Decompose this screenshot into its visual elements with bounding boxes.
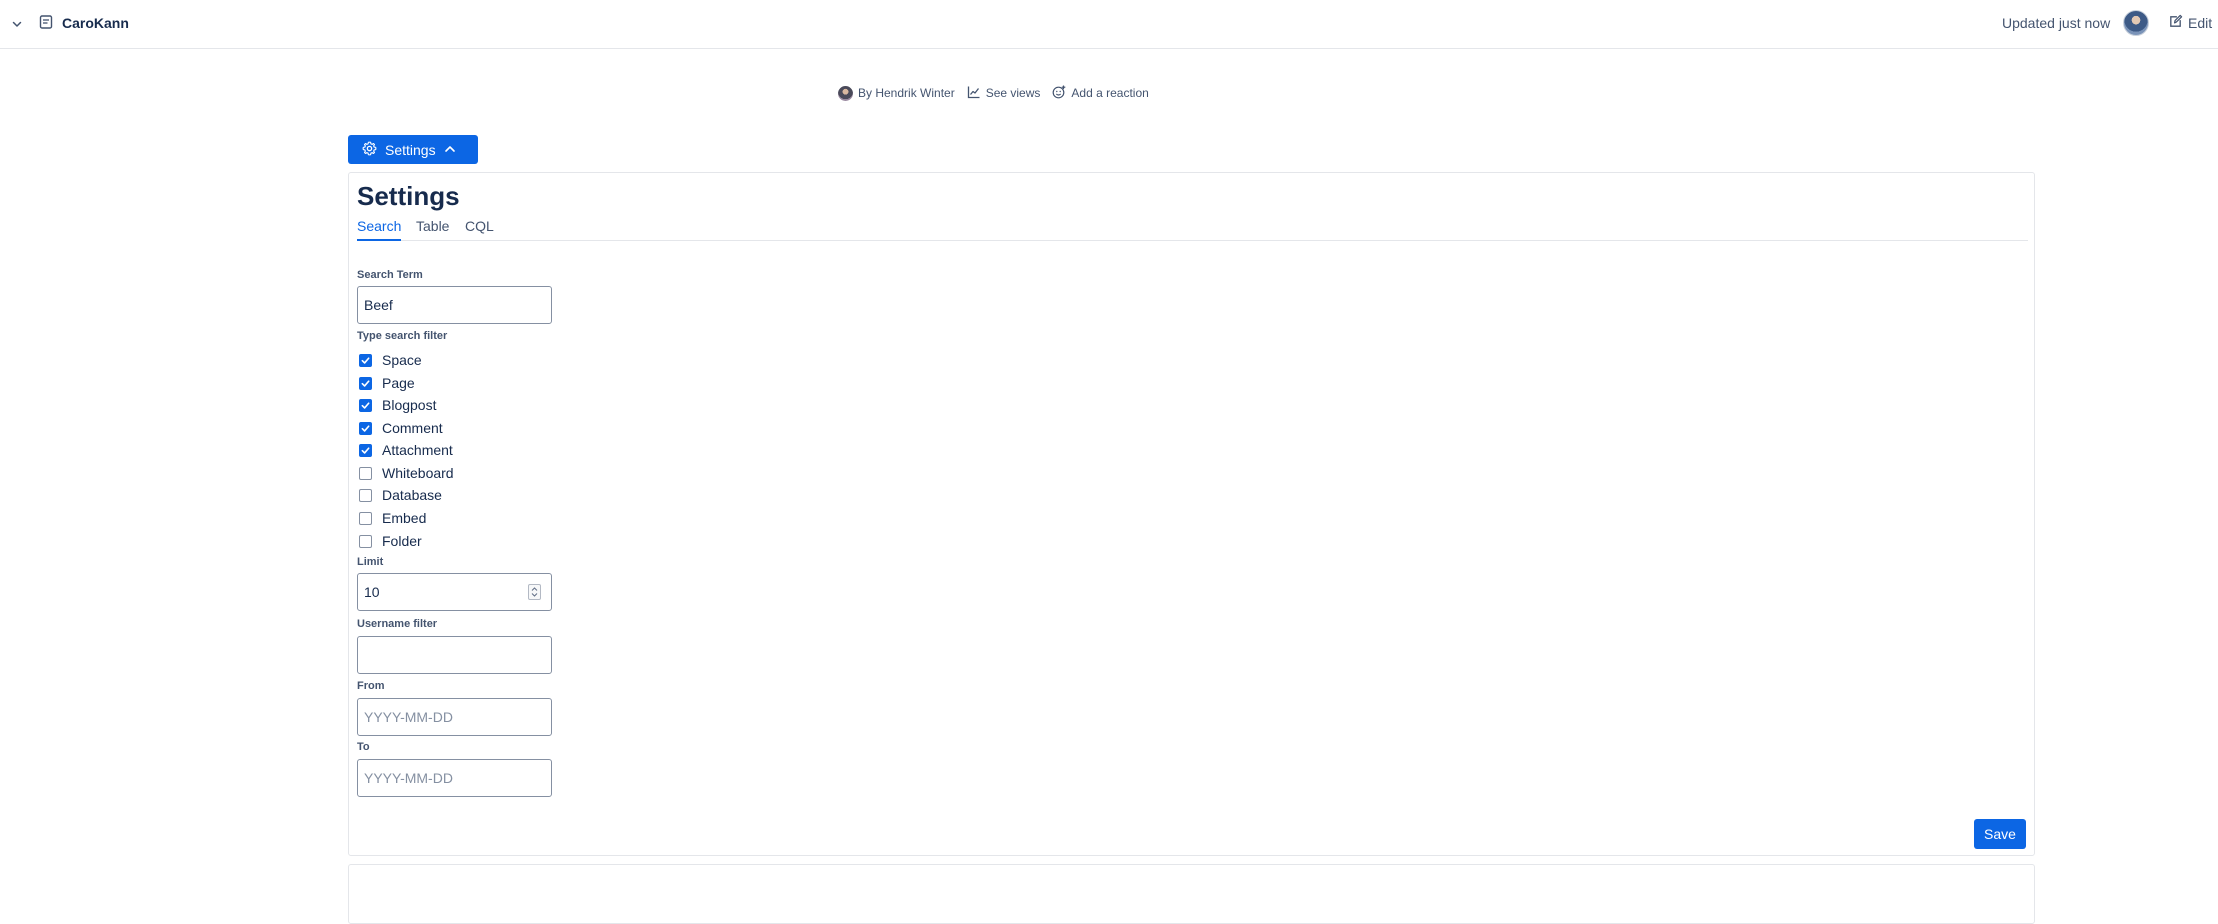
- limit-field-wrapper: [357, 573, 552, 611]
- updated-status: Updated just now: [2002, 15, 2111, 31]
- filter-option-label: Folder: [382, 533, 422, 549]
- settings-tabs: Search Table CQL: [357, 217, 2028, 241]
- checkbox[interactable]: [359, 466, 372, 480]
- filter-option-folder[interactable]: Folder: [359, 532, 422, 550]
- from-label: From: [357, 680, 385, 692]
- top-bar: CaroKann Updated just now Edit: [0, 0, 2218, 49]
- checkbox[interactable]: [359, 398, 372, 412]
- content-panel: [348, 864, 2035, 924]
- filter-option-space[interactable]: Space: [359, 351, 422, 369]
- chevron-down-icon[interactable]: [8, 15, 26, 33]
- byline: By Hendrik Winter See views Add a reacti…: [838, 84, 1161, 102]
- limit-label: Limit: [357, 556, 384, 568]
- save-button[interactable]: Save: [1974, 819, 2026, 849]
- checkbox[interactable]: [359, 443, 372, 457]
- tab-cql[interactable]: CQL: [465, 217, 494, 241]
- filter-option-label: Space: [382, 352, 422, 368]
- tab-table[interactable]: Table: [416, 217, 449, 241]
- see-views-label: See views: [985, 86, 1041, 100]
- settings-title: Settings: [357, 181, 460, 211]
- byline-author[interactable]: By Hendrik Winter: [838, 85, 955, 101]
- filter-option-embed[interactable]: Embed: [359, 509, 426, 527]
- see-views-link[interactable]: See views: [967, 85, 1041, 102]
- chevron-up-icon: [444, 142, 456, 158]
- filter-option-label: Blogpost: [382, 397, 437, 413]
- type-filter-label: Type search filter: [357, 330, 448, 342]
- add-reaction-button[interactable]: Add a reaction: [1052, 85, 1149, 102]
- checkbox[interactable]: [359, 488, 372, 502]
- settings-toggle-button[interactable]: Settings: [348, 135, 478, 164]
- gear-icon: [362, 141, 377, 159]
- chart-line-icon: [967, 85, 981, 102]
- filter-option-label: Comment: [382, 420, 443, 436]
- filter-option-label: Database: [382, 487, 442, 503]
- filter-option-database[interactable]: Database: [359, 486, 442, 504]
- author-name: By Hendrik Winter: [858, 86, 955, 100]
- avatar[interactable]: [2123, 10, 2149, 36]
- filter-option-attachment[interactable]: Attachment: [359, 441, 453, 459]
- settings-toggle-label: Settings: [385, 141, 436, 158]
- limit-input[interactable]: [357, 573, 552, 611]
- username-filter-input[interactable]: [357, 636, 552, 674]
- edit-label: Edit: [2188, 15, 2213, 31]
- emoji-add-icon: [1052, 85, 1066, 102]
- checkbox[interactable]: [359, 511, 372, 525]
- add-reaction-label: Add a reaction: [1071, 86, 1149, 100]
- filter-option-whiteboard[interactable]: Whiteboard: [359, 464, 454, 482]
- checkbox[interactable]: [359, 421, 372, 435]
- search-term-input[interactable]: [357, 286, 552, 324]
- filter-option-comment[interactable]: Comment: [359, 419, 443, 437]
- edit-button[interactable]: Edit: [2168, 12, 2212, 34]
- edit-icon: [2168, 14, 2183, 32]
- quantity-stepper[interactable]: [528, 584, 541, 600]
- checkbox[interactable]: [359, 534, 372, 548]
- page-title[interactable]: CaroKann: [62, 14, 129, 32]
- search-term-label: Search Term: [357, 269, 423, 281]
- settings-panel: Settings Search Table CQL Search Term Ty…: [348, 172, 2035, 856]
- page-icon: [38, 14, 56, 32]
- checkbox[interactable]: [359, 353, 372, 367]
- tab-search[interactable]: Search: [357, 217, 402, 241]
- filter-option-blogpost[interactable]: Blogpost: [359, 396, 436, 414]
- from-date-input[interactable]: [357, 698, 552, 736]
- filter-option-label: Attachment: [382, 442, 453, 458]
- filter-option-label: Page: [382, 375, 415, 391]
- to-label: To: [357, 741, 370, 753]
- filter-option-page[interactable]: Page: [359, 374, 415, 392]
- filter-option-label: Embed: [382, 510, 427, 526]
- username-filter-label: Username filter: [357, 618, 438, 630]
- author-avatar: [838, 85, 853, 101]
- filter-option-label: Whiteboard: [382, 465, 454, 481]
- checkbox[interactable]: [359, 376, 372, 390]
- to-date-input[interactable]: [357, 759, 552, 797]
